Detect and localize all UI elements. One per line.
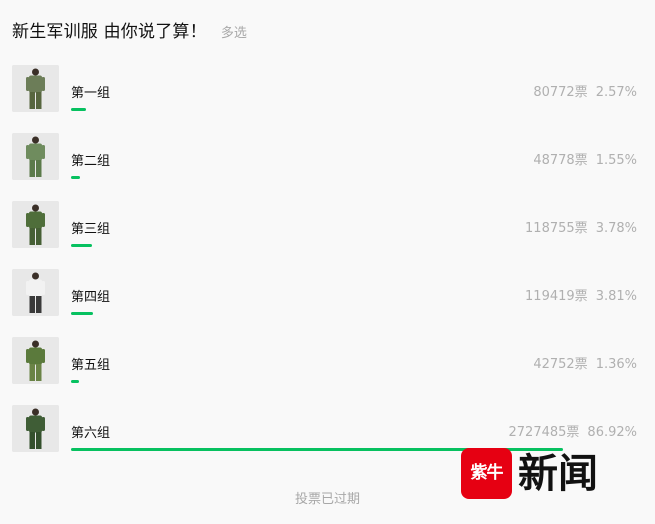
option-label: 第二组 xyxy=(71,154,111,169)
poll-option: 第四组 119419票 3.81% xyxy=(12,269,637,319)
poll-option: 第一组 80772票 2.57% xyxy=(12,65,637,115)
option-progress-bar xyxy=(71,176,80,179)
vote-unit: 票 xyxy=(566,425,580,440)
option-progress-track xyxy=(71,380,637,383)
uniform-photo-icon xyxy=(12,201,59,248)
option-percent: 3.81% xyxy=(595,289,637,304)
option-stats: 118755票 3.78% xyxy=(525,217,637,236)
poll-header: 新生军训服 由你说了算！ 多选 xyxy=(12,17,247,42)
option-label: 第四组 xyxy=(71,290,111,305)
option-stats: 80772票 2.57% xyxy=(533,81,637,100)
option-progress-bar xyxy=(71,244,92,247)
uniform-photo-icon xyxy=(12,337,59,384)
uniform-photo-icon xyxy=(12,405,59,452)
vote-unit: 票 xyxy=(574,357,588,372)
option-percent: 3.78% xyxy=(595,221,637,236)
vote-unit: 票 xyxy=(574,85,588,100)
option-votes: 48778 xyxy=(533,153,575,168)
watermark-text: 新闻 xyxy=(518,449,598,497)
option-label: 第一组 xyxy=(71,86,111,101)
option-votes: 80772 xyxy=(533,85,575,100)
option-votes: 118755 xyxy=(525,221,575,236)
ziniu-logo-icon: 紫牛 xyxy=(461,448,512,499)
option-label: 第六组 xyxy=(71,426,111,441)
option-percent: 1.55% xyxy=(595,153,637,168)
vote-unit: 票 xyxy=(574,289,588,304)
option-votes: 2727485 xyxy=(508,425,567,440)
poll-title: 新生军训服 由你说了算！ xyxy=(12,22,207,42)
option-percent: 2.57% xyxy=(595,85,637,100)
poll-option: 第五组 42752票 1.36% xyxy=(12,337,637,387)
option-progress-bar xyxy=(71,380,79,383)
option-stats: 48778票 1.55% xyxy=(533,149,637,168)
option-votes: 119419 xyxy=(525,289,575,304)
watermark: 紫牛 新闻 xyxy=(461,448,598,499)
option-percent: 86.92% xyxy=(587,425,637,440)
option-progress-track xyxy=(71,312,637,315)
poll-option: 第二组 48778票 1.55% xyxy=(12,133,637,183)
watermark-logo-text: 紫牛 xyxy=(470,463,504,483)
option-stats: 2727485票 86.92% xyxy=(509,421,638,440)
uniform-photo-icon xyxy=(12,269,59,316)
vote-unit: 票 xyxy=(574,221,588,236)
poll-option: 第三组 118755票 3.78% xyxy=(12,201,637,251)
option-label: 第五组 xyxy=(71,358,111,373)
option-progress-bar xyxy=(71,108,86,111)
option-progress-bar xyxy=(71,312,93,315)
option-label: 第三组 xyxy=(71,222,111,237)
poll-mode-label: 多选 xyxy=(220,26,247,41)
option-stats: 42752票 1.36% xyxy=(533,353,637,372)
option-progress-track xyxy=(71,176,637,179)
option-percent: 1.36% xyxy=(595,357,637,372)
uniform-photo-icon xyxy=(12,133,59,180)
option-stats: 119419票 3.81% xyxy=(525,285,637,304)
option-progress-track xyxy=(71,108,637,111)
vote-unit: 票 xyxy=(574,153,588,168)
uniform-photo-icon xyxy=(12,65,59,112)
option-progress-track xyxy=(71,244,637,247)
option-votes: 42752 xyxy=(533,357,575,372)
